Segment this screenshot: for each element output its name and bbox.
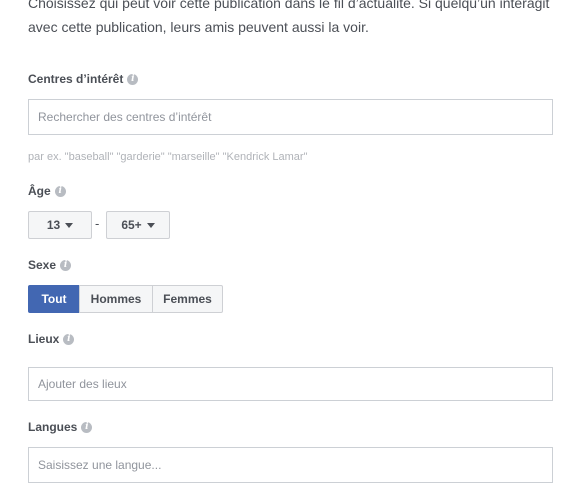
languages-placeholder: Saisissez une langue... <box>38 458 162 472</box>
locations-label: Lieux <box>28 332 60 346</box>
interests-search-input[interactable]: Rechercher des centres d’intérêt <box>28 99 553 135</box>
info-icon[interactable]: i <box>127 73 139 85</box>
interests-label-row: Centres d’intérêt i <box>28 71 139 87</box>
info-icon[interactable]: i <box>60 259 72 271</box>
languages-label-row: Langues i <box>28 419 93 435</box>
caret-down-icon <box>65 222 74 228</box>
intro-text: Choisissez qui peut voir cette publicati… <box>28 0 550 35</box>
locations-placeholder: Ajouter des lieux <box>38 377 127 391</box>
age-label-row: Âge i <box>28 183 66 199</box>
age-label: Âge <box>28 184 51 198</box>
locations-label-row: Lieux i <box>28 331 75 347</box>
interests-label: Centres d’intérêt <box>28 72 124 86</box>
languages-label: Langues <box>28 420 78 434</box>
info-icon[interactable]: i <box>54 185 66 197</box>
sex-label-row: Sexe i <box>28 257 72 273</box>
interests-placeholder: Rechercher des centres d’intérêt <box>38 110 212 124</box>
age-max-dropdown[interactable]: 65+ <box>106 211 170 239</box>
age-separator: - <box>95 216 100 231</box>
interests-hint: par ex. "baseball" "garderie" "marseille… <box>28 151 308 163</box>
age-min-dropdown[interactable]: 13 <box>28 211 92 239</box>
sex-option-all-button[interactable]: Tout <box>28 285 80 313</box>
sex-option-women-button[interactable]: Femmes <box>152 285 223 313</box>
locations-input[interactable]: Ajouter des lieux <box>28 367 553 401</box>
sex-option-men-button[interactable]: Hommes <box>79 285 153 313</box>
age-min-value: 13 <box>46 218 61 232</box>
sex-label: Sexe <box>28 258 57 272</box>
info-icon[interactable]: i <box>81 421 93 433</box>
caret-down-icon <box>146 222 155 228</box>
languages-input[interactable]: Saisissez une langue... <box>28 447 553 483</box>
age-max-value: 65+ <box>121 218 142 232</box>
info-icon[interactable]: i <box>63 333 75 345</box>
